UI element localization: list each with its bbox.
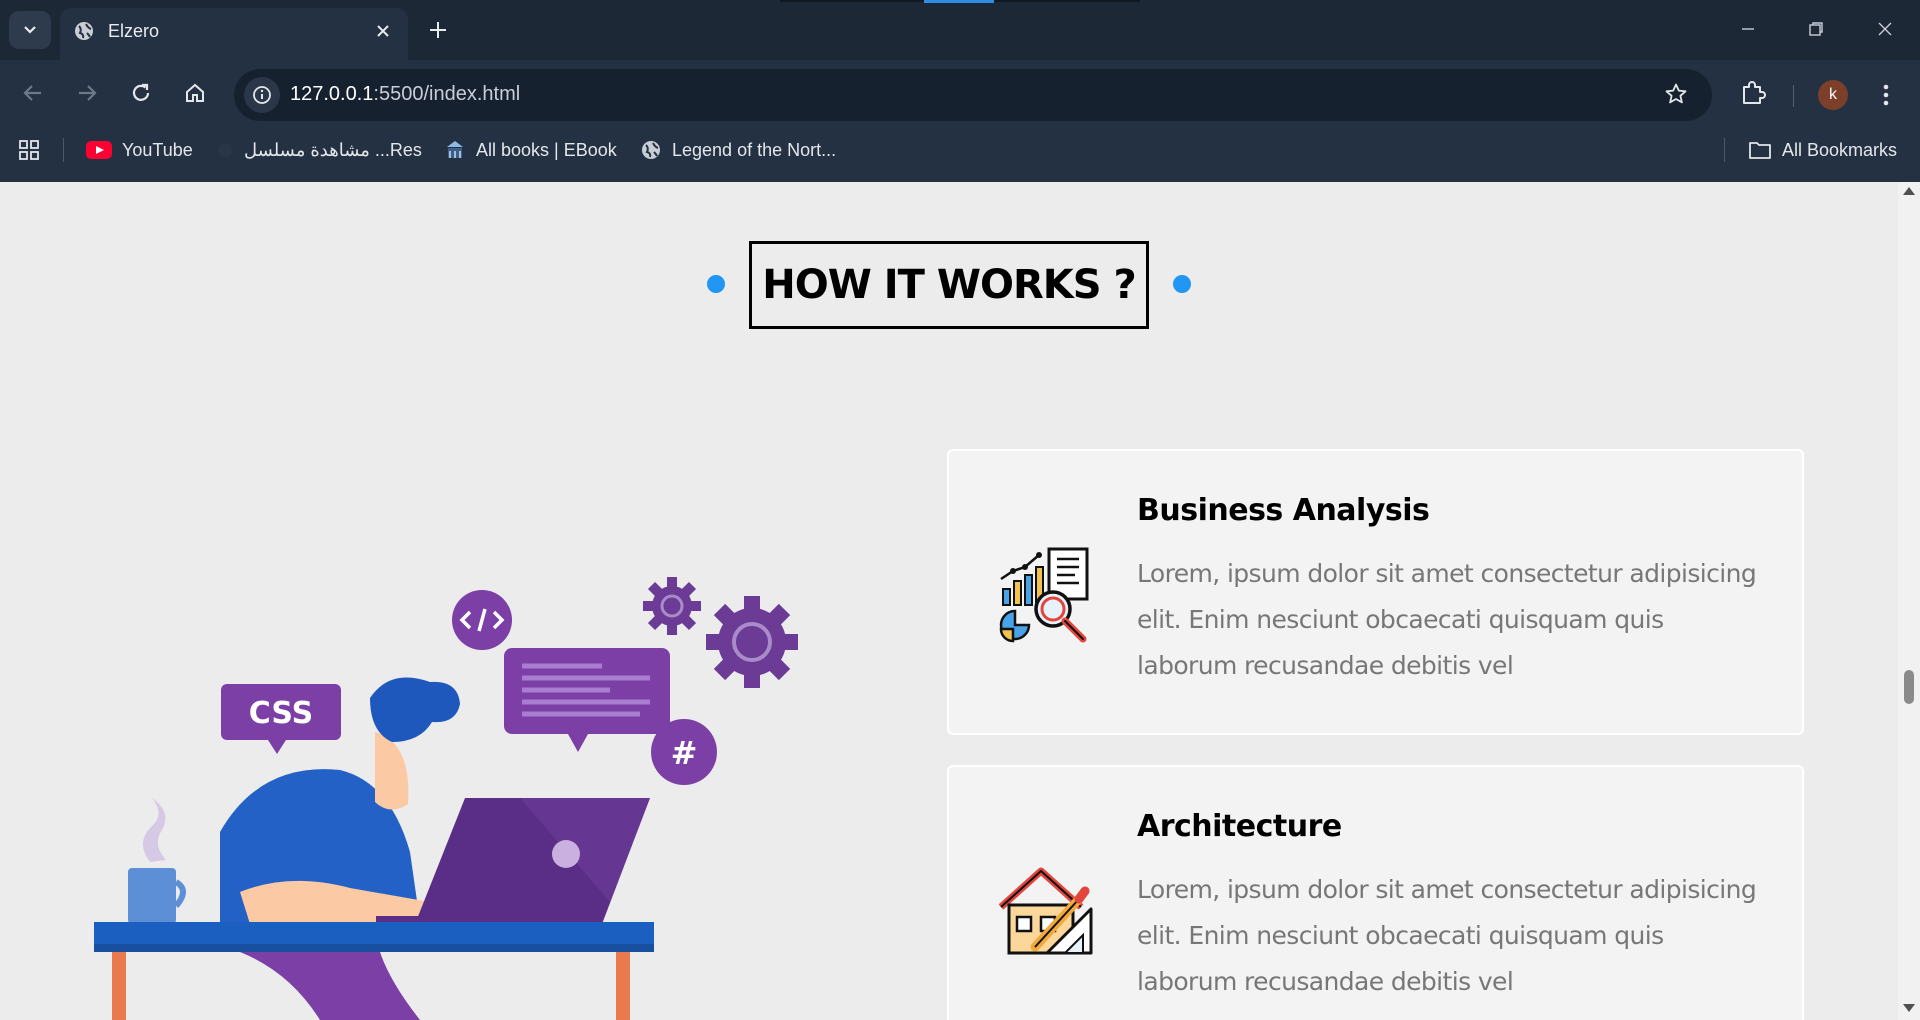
profile-avatar[interactable]: k: [1818, 80, 1848, 110]
section-header: HOW IT WORKS ?: [0, 241, 1898, 329]
back-button[interactable]: [16, 76, 50, 110]
bookmark-star-icon[interactable]: [1664, 82, 1688, 110]
card-text: Lorem, ipsum dolor sit amet consectetur …: [1137, 875, 1757, 996]
person-hair: [370, 677, 460, 742]
feature-card: Architecture Lorem, ipsum dolor sit amet…: [947, 765, 1804, 1020]
bookmark-youtube[interactable]: YouTube: [86, 138, 193, 162]
youtube-icon: [86, 141, 112, 159]
page-scrollbar[interactable]: [1898, 182, 1920, 1020]
browser-chrome: Elzero 127.0.0.1:5500/index.html k YouTu…: [0, 0, 1920, 182]
bookmark-label: مشاهدة مسلسل ...Res: [244, 139, 422, 160]
close-icon: [1878, 22, 1892, 36]
new-tab-button[interactable]: [424, 16, 452, 44]
architecture-icon: [998, 867, 1093, 955]
url-host: 127.0.0.1: [290, 83, 374, 105]
navigation-toolbar: 127.0.0.1:5500/index.html: [0, 60, 1920, 128]
code-bubble-icon: [452, 590, 512, 650]
steam: [142, 798, 166, 862]
bookmarks-divider: [1724, 138, 1725, 162]
extensions-icon[interactable]: [1738, 78, 1768, 112]
address-bar[interactable]: 127.0.0.1:5500/index.html: [234, 69, 1712, 121]
bookmark-label: Legend of the Nort...: [672, 139, 837, 160]
url-path: :5500/index.html: [373, 83, 521, 105]
globe-icon: [642, 141, 660, 159]
scroll-thumb[interactable]: [1904, 670, 1914, 704]
minimize-icon: [1742, 28, 1754, 30]
site-info-button[interactable]: [244, 77, 280, 113]
css-badge: CSS: [221, 684, 341, 754]
tab-strip: Elzero: [0, 0, 1920, 60]
reload-button[interactable]: [124, 76, 158, 110]
info-icon: [253, 86, 271, 104]
more-vertical-icon: [1883, 84, 1889, 106]
browser-menu-button[interactable]: [1876, 80, 1896, 110]
small-gear-icon: [643, 577, 701, 635]
card-text: Lorem, ipsum dolor sit amet consectetur …: [1137, 559, 1757, 680]
hash-symbol: #: [671, 734, 698, 772]
bookmark-legend[interactable]: Legend of the Nort...: [640, 138, 836, 162]
tab-title: Elzero: [108, 21, 160, 41]
bookmark-series[interactable]: مشاهدة مسلسل ...Res: [216, 138, 422, 162]
tab-strip-highlight: [924, 0, 994, 3]
folder-icon: [1749, 142, 1771, 159]
section-title: HOW IT WORKS ?: [749, 241, 1149, 329]
css-badge-label: CSS: [249, 696, 313, 731]
business-analysis-icon: [999, 547, 1089, 643]
bookmarks-divider: [63, 138, 64, 162]
apps-button[interactable]: [18, 138, 40, 162]
toolbar-divider: [1793, 85, 1794, 107]
bookmark-label: YouTube: [122, 139, 193, 160]
bookmark-label: All books | EBook: [476, 139, 617, 160]
blank-page-icon: [218, 143, 232, 157]
arrow-left-icon: [23, 85, 41, 101]
chevron-down-icon: [24, 26, 36, 34]
all-bookmarks-label: All Bookmarks: [1782, 139, 1898, 160]
coffee-mug: [128, 868, 176, 924]
arrow-right-icon: [79, 85, 97, 101]
bookmarks-bar: YouTube مشاهدة مسلسل ...Res All books | …: [0, 128, 1920, 172]
hash-bubble-icon: #: [651, 719, 717, 785]
card-title: Architecture: [1137, 809, 1342, 844]
restore-icon: [1809, 22, 1823, 36]
tab-search-button[interactable]: [9, 11, 51, 49]
chat-bubble: [504, 648, 670, 752]
plus-icon: [430, 22, 446, 38]
developer-illustration: # CSS: [94, 577, 798, 1020]
home-button[interactable]: [178, 76, 212, 110]
ebook-icon: [447, 141, 463, 158]
feature-card: Business Analysis Lorem, ipsum dolor sit…: [947, 449, 1804, 735]
title-dot-right: [1173, 275, 1191, 293]
home-icon: [186, 83, 204, 102]
apps-grid-icon: [19, 140, 39, 160]
forward-button[interactable]: [70, 76, 104, 110]
scroll-down-arrow-icon[interactable]: [1903, 1004, 1915, 1012]
scroll-up-arrow-icon[interactable]: [1903, 187, 1915, 195]
close-window-button[interactable]: [1870, 14, 1900, 44]
minimize-button[interactable]: [1733, 14, 1763, 44]
bookmark-ebook[interactable]: All books | EBook: [444, 138, 617, 162]
tab-active[interactable]: Elzero: [60, 8, 408, 60]
restore-button[interactable]: [1801, 14, 1831, 44]
card-title: Business Analysis: [1137, 493, 1430, 528]
close-icon[interactable]: [372, 20, 394, 42]
url-text[interactable]: 127.0.0.1:5500/index.html: [290, 83, 520, 106]
page-viewport: HOW IT WORKS ? # CSS Business Analysis L…: [0, 182, 1898, 1020]
reload-icon: [132, 83, 150, 101]
globe-icon: [73, 20, 95, 46]
all-bookmarks-button[interactable]: All Bookmarks: [1748, 138, 1897, 162]
title-dot-left: [707, 275, 725, 293]
large-gear-icon: [706, 596, 798, 688]
